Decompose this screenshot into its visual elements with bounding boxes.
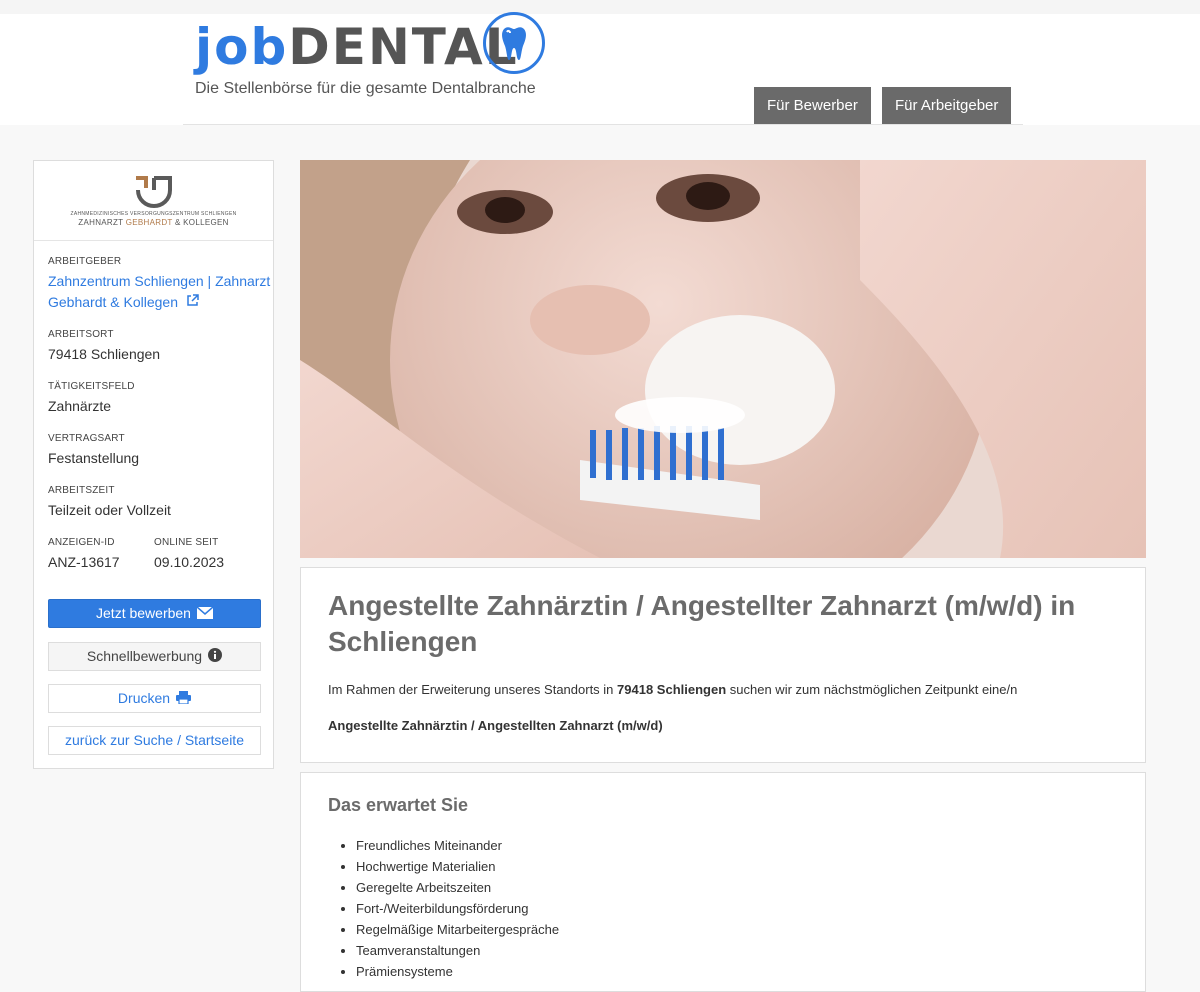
field-location: ARBEITSORT 79418 Schliengen <box>48 329 160 365</box>
location-value: 79418 Schliengen <box>48 346 161 362</box>
print-button[interactable]: Drucken <box>48 684 261 713</box>
info-icon <box>208 644 223 671</box>
list-item: Prämiensysteme <box>356 961 559 982</box>
list-item: Teamveranstaltungen <box>356 940 559 961</box>
contract-value: Festanstellung <box>48 450 140 466</box>
employer-link[interactable]: Zahnzentrum Schliengen | Zahnarzt Gebhar… <box>48 271 270 313</box>
nav-employers[interactable]: Für Arbeitgeber <box>882 87 1012 124</box>
site-header: jobDENTAL Die Stellenbörse für die gesam… <box>0 12 1200 125</box>
field-adid: ANZEIGEN-ID ANZ-13617 <box>48 537 120 573</box>
printer-icon <box>176 686 192 713</box>
external-link-icon <box>186 292 199 313</box>
field-employer: ARBEITGEBER Zahnzentrum Schliengen | Zah… <box>48 256 270 313</box>
logo-job: job <box>195 18 289 76</box>
nav-candidates[interactable]: Für Bewerber <box>754 87 871 124</box>
list-item: Geregelte Arbeitszeiten <box>356 877 559 898</box>
category-value: Zahnärzte <box>48 398 112 414</box>
job-subtitle: Angestellte Zahnärztin / Angestellten Za… <box>328 718 663 733</box>
envelope-icon <box>196 601 214 628</box>
field-category: TÄTIGKEITSFELD Zahnärzte <box>48 381 135 417</box>
benefits-heading: Das erwartet Sie <box>328 795 469 815</box>
field-worktime: ARBEITSZEIT Teilzeit oder Vollzeit <box>48 485 171 521</box>
job-header-card: Angestellte Zahnärztin / Angestellter Za… <box>300 567 1146 763</box>
tooth-icon <box>483 12 545 74</box>
apply-button[interactable]: Jetzt bewerben <box>48 599 261 628</box>
employer-logo-line1: ZAHNMEDIZINISCHES VERSORGUNGSZENTRUM SCH… <box>70 211 237 217</box>
list-item: Regelmäßige Mitarbeitergespräche <box>356 919 559 940</box>
site-logo[interactable]: jobDENTAL <box>195 18 519 76</box>
benefits-list: Freundliches Miteinander Hochwertige Mat… <box>356 835 559 982</box>
job-intro: Im Rahmen der Erweiterung unseres Stando… <box>328 682 1018 697</box>
adid-value: ANZ-13617 <box>48 554 120 570</box>
field-online: ONLINE SEIT 09.10.2023 <box>154 537 224 573</box>
field-contract: VERTRAGSART Festanstellung <box>48 433 139 469</box>
back-to-search-button[interactable]: zurück zur Suche / Startseite <box>48 726 261 755</box>
job-title: Angestellte Zahnärztin / Angestellter Za… <box>328 590 1076 657</box>
top-strip <box>0 0 1200 14</box>
list-item: Fort-/Weiterbildungsförderung <box>356 898 559 919</box>
tagline: Die Stellenbörse für die gesamte Dentalb… <box>195 80 536 97</box>
employer-logo[interactable]: ZAHNMEDIZINISCHES VERSORGUNGSZENTRUM SCH… <box>34 161 273 241</box>
list-item: Hochwertige Materialien <box>356 856 559 877</box>
benefits-card: Das erwartet Sie Freundliches Miteinande… <box>300 772 1146 992</box>
hero-image <box>300 160 1146 558</box>
quick-apply-button[interactable]: Schnellbewerbung <box>48 642 261 671</box>
employer-logo-line2: ZAHNARZT GEBHARDT & KOLLEGEN <box>78 218 229 227</box>
online-value: 09.10.2023 <box>154 554 225 570</box>
worktime-value: Teilzeit oder Vollzeit <box>48 502 171 518</box>
list-item: Freundliches Miteinander <box>356 835 559 856</box>
job-sidebar: ZAHNMEDIZINISCHES VERSORGUNGSZENTRUM SCH… <box>33 160 274 769</box>
employer-label: ARBEITGEBER <box>48 256 122 267</box>
